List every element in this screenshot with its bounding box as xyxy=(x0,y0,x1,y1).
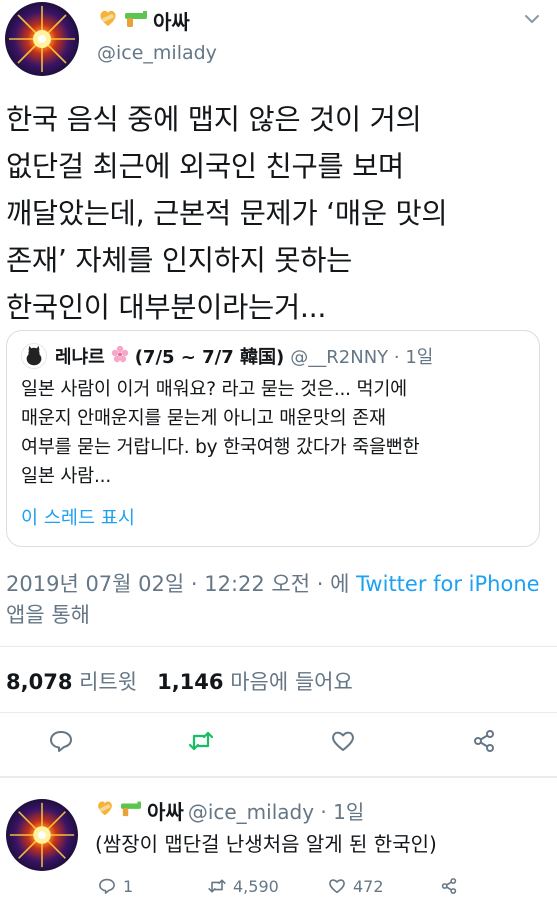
quote-body-line: 여부를 묻는 거랍니다. by 한국여행 갔다가 죽을뻔한 xyxy=(21,437,420,458)
retweets-count: 8,078 xyxy=(6,670,73,694)
tweet-timestamp: 2019년 07월 02일 · 12:22 오전 · 에 xyxy=(6,572,357,596)
tweet-text-line: 없단걸 최근에 외국인 친구를 보며 xyxy=(6,150,404,183)
quote-body-line: 일본 사람... xyxy=(21,466,112,487)
reply-author-name[interactable]: 아싸 xyxy=(147,796,184,825)
reply-like-count: 472 xyxy=(353,876,384,896)
chevron-down-icon[interactable] xyxy=(521,8,543,30)
tweet-stats: 8,078 리트윗 1,146 마음에 들어요 xyxy=(6,666,353,696)
likes-count: 1,146 xyxy=(157,670,224,694)
likes-label: 마음에 들어요 xyxy=(223,670,353,694)
reply-author-avatar[interactable] xyxy=(6,799,78,871)
water-gun-icon xyxy=(123,7,149,34)
retweets-stat[interactable]: 8,078 리트윗 xyxy=(6,666,137,696)
tweet-text-line: 존재’ 자체를 인지하지 못하는 xyxy=(6,244,353,277)
retweet-button[interactable] xyxy=(186,726,216,756)
reply-share-button[interactable] xyxy=(439,876,459,896)
tweet-text-line: 깨달았는데, 근본적 문제가 ‘매운 맛의 xyxy=(6,197,448,230)
reply-retweet-button[interactable]: 4,590 xyxy=(207,876,279,896)
tweet-text-line: 한국인이 대부분이라는거... xyxy=(6,291,327,324)
retweet-icon xyxy=(208,879,226,893)
heart-icon xyxy=(329,879,345,894)
quote-author-name[interactable]: 레냐르 xyxy=(55,343,105,369)
source-suffix: 앱을 통해 xyxy=(6,603,90,627)
reply-icon xyxy=(50,731,72,752)
quote-body-line: 매운지 안매운지를 묻는게 아니고 매운맛의 존재 xyxy=(21,408,386,429)
water-gun-icon xyxy=(119,798,143,823)
reply-text: (쌈장이 맵단걸 난생처음 알게 된 한국인) xyxy=(95,832,437,856)
tweet-text: 한국 음식 중에 맵지 않은 것이 거의 없단걸 최근에 외국인 친구를 보며 … xyxy=(6,96,551,331)
reply-button[interactable] xyxy=(46,726,76,756)
quote-author-avatar[interactable] xyxy=(21,343,47,369)
author-name-row[interactable]: 아싸 xyxy=(97,6,190,35)
like-button[interactable] xyxy=(328,726,358,756)
quote-author-name-suffix: (7/5 ~ 7/7 韓国) xyxy=(134,347,285,368)
share-button[interactable] xyxy=(469,726,499,756)
quote-header: 레냐르 (7/5 ~ 7/7 韓国) @__R2NNY · 1일 xyxy=(55,343,433,369)
reply-action-bar: 1 4,590 472 xyxy=(95,876,535,900)
bandage-heart-icon xyxy=(95,798,115,823)
share-icon xyxy=(474,730,494,752)
cherry-blossom-icon xyxy=(111,345,129,368)
tweet-text-line: 한국 음식 중에 맵지 않은 것이 거의 xyxy=(6,103,422,136)
show-thread-link[interactable]: 이 스레드 표시 xyxy=(21,504,135,530)
divider xyxy=(0,776,557,778)
reply-icon xyxy=(99,878,115,894)
heart-icon xyxy=(332,731,354,751)
share-icon xyxy=(441,878,457,894)
quote-body: 일본 사람이 이거 매워요? 라고 묻는 것은... 먹기에 매운지 안매운지를… xyxy=(21,375,536,491)
reply-handle-time: @ice_milady · 1일 xyxy=(187,800,365,824)
quote-body-line: 일본 사람이 이거 매워요? 라고 묻는 것은... 먹기에 xyxy=(21,379,408,400)
retweets-label: 리트윗 xyxy=(72,670,138,694)
retweet-icon xyxy=(188,731,214,751)
likes-stat[interactable]: 1,146 마음에 들어요 xyxy=(157,666,353,696)
reply-reply-count: 1 xyxy=(123,876,134,896)
quoted-tweet-card[interactable]: 레냐르 (7/5 ~ 7/7 韓国) @__R2NNY · 1일 일본 사람이 … xyxy=(6,330,540,547)
source-link[interactable]: Twitter for iPhone xyxy=(356,572,540,596)
reply-like-button[interactable]: 472 xyxy=(327,876,384,896)
author-name: 아싸 xyxy=(153,10,190,34)
divider xyxy=(0,712,557,713)
author-handle[interactable]: @ice_milady xyxy=(97,42,217,64)
reply-retweet-count: 4,590 xyxy=(233,876,279,896)
tweet-meta: 2019년 07월 02일 · 12:22 오전 · 에 Twitter for… xyxy=(6,569,546,631)
quote-handle-time: @__R2NNY · 1일 xyxy=(290,347,434,368)
reply-reply-button[interactable]: 1 xyxy=(97,876,133,896)
author-avatar[interactable] xyxy=(5,2,79,76)
reply-header: 아싸 @ice_milady · 1일 xyxy=(95,796,364,825)
bandage-heart-icon xyxy=(97,7,119,34)
divider xyxy=(0,646,557,647)
